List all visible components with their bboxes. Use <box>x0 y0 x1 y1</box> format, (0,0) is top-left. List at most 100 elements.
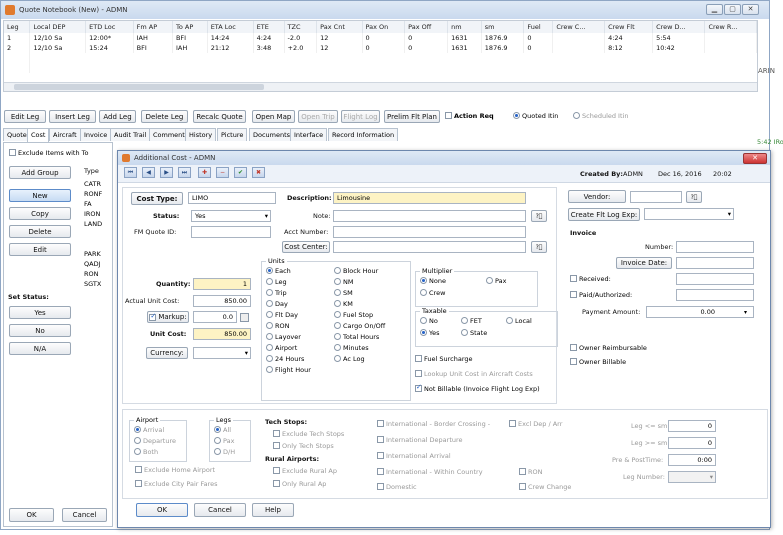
flt-log-exp-select[interactable]: ▾ <box>644 208 734 220</box>
open-map-button[interactable]: Open Map <box>252 110 295 123</box>
column-header[interactable]: Pax Off <box>404 21 449 33</box>
dialog-ok-button[interactable]: OK <box>136 503 188 517</box>
delete-leg-button[interactable]: Delete Leg <box>141 110 188 123</box>
intl-departure-checkbox[interactable]: International Departure <box>377 436 463 444</box>
copy-cost-button[interactable]: Copy <box>9 207 71 220</box>
radio-option[interactable]: Both <box>134 448 176 459</box>
dialog-cancel-button[interactable]: Cancel <box>194 503 246 517</box>
tab-aircraft[interactable]: Aircraft <box>49 128 81 141</box>
radio-option[interactable]: NM <box>334 278 385 289</box>
radio-option[interactable]: Flight Hour <box>266 366 311 377</box>
paid-authorized-checkbox[interactable]: Paid/Authorized: <box>570 291 632 299</box>
column-header[interactable]: Fm AP <box>133 21 173 33</box>
column-header[interactable]: Fuel <box>523 21 554 33</box>
edit-cost-button[interactable]: Edit <box>9 243 71 256</box>
table-row[interactable]: 1 12/10 Sa 12:00* IAH BFI 14:24 4:24 -2.0 12 0 0 16… <box>4 33 757 43</box>
crew-change-checkbox[interactable]: Crew Change <box>519 483 571 491</box>
column-header[interactable]: Pax On <box>362 21 406 33</box>
list-item[interactable]: IRON <box>84 209 102 219</box>
column-header[interactable]: ETE <box>253 21 285 33</box>
scrollbar-thumb[interactable] <box>14 84 264 90</box>
radio-option[interactable]: Day <box>266 300 311 311</box>
note-lookup-button[interactable]: ?⃞ <box>531 210 547 222</box>
radio-option[interactable]: Total Hours <box>334 333 385 344</box>
leg-number-select[interactable]: ▾ <box>668 471 716 483</box>
exclude-items-checkbox[interactable]: Exclude Items with To <box>9 149 88 157</box>
only-tech-stops-checkbox[interactable]: Only Tech Stops <box>273 442 334 450</box>
column-header[interactable]: Leg <box>4 21 31 33</box>
radio-option[interactable]: KM <box>334 300 385 311</box>
column-header[interactable]: TZC <box>284 21 318 33</box>
list-item[interactable]: PARK <box>84 249 102 259</box>
radio-option[interactable]: Layover <box>266 333 311 344</box>
only-rural-checkbox[interactable]: Only Rural Ap <box>273 480 326 488</box>
dialog-help-button[interactable]: Help <box>252 503 294 517</box>
exclude-tech-stops-checkbox[interactable]: Exclude Tech Stops <box>273 430 344 438</box>
tab-record-information[interactable]: Record Information <box>328 128 399 141</box>
excl-dep-arr-checkbox[interactable]: Excl Dep / Arr <box>509 420 562 428</box>
radio-option[interactable]: Ac Log <box>334 355 385 366</box>
list-item[interactable]: CATR <box>84 179 102 189</box>
scheduled-itin-radio[interactable]: Scheduled Itin <box>573 112 628 120</box>
tab-history[interactable]: History <box>185 128 217 141</box>
multiplier-none-radio[interactable]: None <box>420 277 446 285</box>
tab-comment[interactable]: Comment <box>149 128 189 141</box>
quantity-input[interactable]: 1 <box>193 278 251 290</box>
chevron-down-icon[interactable]: ▾ <box>744 309 747 316</box>
note-input[interactable] <box>333 210 526 222</box>
radio-option[interactable]: Trip <box>266 289 311 300</box>
next-record-icon[interactable]: ▶ <box>160 167 173 178</box>
delete-cost-button[interactable]: Delete <box>9 225 71 238</box>
radio-option[interactable]: Fuel Stop <box>334 311 385 322</box>
previous-record-icon[interactable]: ◀ <box>142 167 155 178</box>
radio-option[interactable]: SM <box>334 289 385 300</box>
exclude-city-pair-checkbox[interactable]: Exclude City Pair Fares <box>135 480 218 488</box>
column-header[interactable]: Crew Flt <box>604 21 654 33</box>
tax-no-radio[interactable]: No <box>420 317 438 325</box>
vendor-button[interactable]: Vendor: <box>568 190 626 203</box>
column-header[interactable]: Pax Cnt <box>316 21 363 33</box>
not-billable-checkbox[interactable]: Not Billable (Invoice Flight Log Exp) <box>415 383 540 393</box>
radio-option[interactable]: Arrival <box>134 426 176 437</box>
owner-billable-checkbox[interactable]: Owner Billable <box>570 358 626 366</box>
radio-option[interactable]: Leg <box>266 278 311 289</box>
column-header[interactable]: Local DEP <box>29 21 87 33</box>
column-header[interactable]: sm <box>481 21 525 33</box>
exclude-home-airport-checkbox[interactable]: Exclude Home Airport <box>135 466 215 474</box>
actual-unit-cost-input[interactable]: 850.00 <box>193 295 251 307</box>
vendor-input[interactable] <box>630 191 682 203</box>
currency-select[interactable]: ▾ <box>193 347 251 359</box>
cancel-record-icon[interactable]: ✖ <box>252 167 265 178</box>
markup-spin-icon[interactable] <box>240 313 249 322</box>
intl-within-country-checkbox[interactable]: International - Within Country <box>377 468 483 476</box>
radio-option[interactable]: 24 Hours <box>266 355 311 366</box>
cost-ok-button[interactable]: OK <box>9 508 54 522</box>
currency-button[interactable]: Currency: <box>146 347 188 359</box>
description-input[interactable]: Limousine <box>333 192 526 204</box>
received-checkbox[interactable]: Received: <box>570 275 611 283</box>
tax-yes-radio[interactable]: Yes <box>420 329 440 337</box>
fm-quote-id-input[interactable] <box>191 226 271 238</box>
first-record-icon[interactable]: ⏮ <box>124 167 137 178</box>
radio-option[interactable]: RON <box>266 322 311 333</box>
delete-record-icon[interactable]: − <box>216 167 229 178</box>
unit-cost-input[interactable]: 850.00 <box>193 328 251 340</box>
column-header[interactable]: Crew R... <box>704 21 757 33</box>
tab-audit-trail[interactable]: Audit Trail <box>110 128 151 141</box>
open-trip-button[interactable]: Open Trip <box>298 110 338 123</box>
create-flt-log-exp-button[interactable]: Create Flt Log Exp: <box>568 208 640 221</box>
column-header[interactable]: ETA Loc <box>207 21 254 33</box>
minimize-button[interactable]: ▁ <box>706 4 723 15</box>
markup-input[interactable]: 0.0 <box>193 311 237 323</box>
radio-option[interactable]: D/H <box>214 448 235 459</box>
cost-center-input[interactable] <box>333 241 526 253</box>
table-row[interactable]: 2 12/10 Sa 15:24 BFI IAH 21:12 3:48 +2.0 12 0 0 163… <box>4 43 757 53</box>
cost-type-input[interactable]: LIMO <box>188 192 276 204</box>
close-button[interactable]: ✕ <box>742 4 759 15</box>
status-select[interactable]: Yes ▾ <box>191 210 271 222</box>
save-record-icon[interactable]: ✔ <box>234 167 247 178</box>
recalc-quote-button[interactable]: Recalc Quote <box>193 110 246 123</box>
radio-option[interactable]: Block Hour <box>334 267 385 278</box>
flight-log-button[interactable]: Flight Log <box>341 110 380 123</box>
list-item[interactable] <box>84 229 102 239</box>
